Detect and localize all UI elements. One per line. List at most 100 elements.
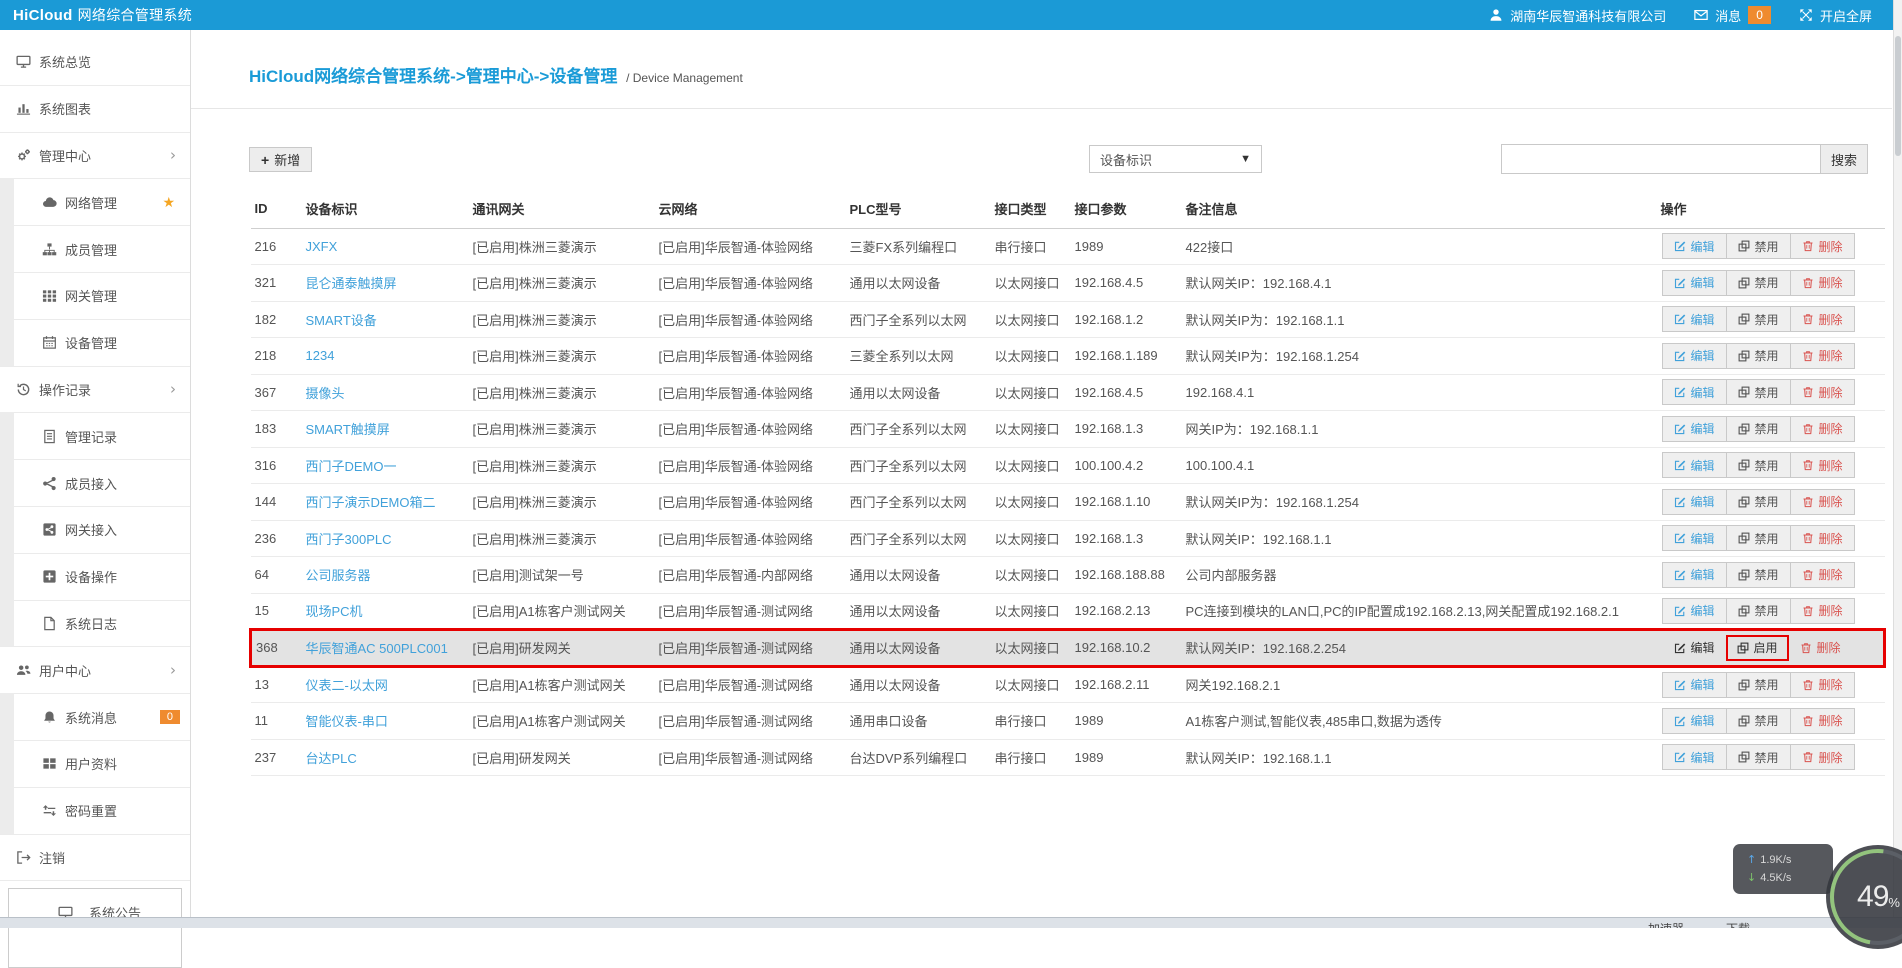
sidebar-item-management-center[interactable]: 管理中心› xyxy=(0,133,190,180)
device-name-link[interactable]: 公司服务器 xyxy=(306,568,371,583)
sidebar-item-device-mgmt[interactable]: 设备管理 xyxy=(0,320,190,367)
disable-button[interactable]: 禁用 xyxy=(1726,379,1791,405)
browser-download-button[interactable]: 下载 xyxy=(1726,920,1750,928)
edit-button[interactable]: 编辑 xyxy=(1662,744,1727,770)
filter-field-select[interactable]: 设备标识 ▼ xyxy=(1089,145,1262,173)
edit-button[interactable]: 编辑 xyxy=(1662,708,1727,734)
add-device-button[interactable]: +新增 xyxy=(249,147,312,172)
edit-button[interactable]: 编辑 xyxy=(1662,635,1727,661)
delete-button[interactable]: 删除 xyxy=(1790,672,1855,698)
edit-button[interactable]: 编辑 xyxy=(1662,379,1727,405)
sidebar-item-mgmt-records[interactable]: 管理记录 xyxy=(0,413,190,460)
sidebar-item-system-charts[interactable]: 系统图表 xyxy=(0,86,190,133)
delete-button[interactable]: 删除 xyxy=(1790,744,1855,770)
disable-button[interactable]: 禁用 xyxy=(1726,416,1791,442)
disable-button[interactable]: 禁用 xyxy=(1726,233,1791,259)
disable-button[interactable]: 禁用 xyxy=(1726,744,1791,770)
edit-button[interactable]: 编辑 xyxy=(1662,525,1727,551)
sidebar-item-gateway-mgmt[interactable]: 网关管理 xyxy=(0,273,190,320)
edit-button[interactable]: 编辑 xyxy=(1662,452,1727,478)
sidebar-item-system-logs[interactable]: 系统日志 xyxy=(0,601,190,648)
account-menu[interactable]: 湖南华辰智通科技有限公司 xyxy=(1489,6,1666,25)
network-speed-widget[interactable]: 1.9K/s 4.5K/s xyxy=(1733,844,1833,894)
edit-button[interactable]: 编辑 xyxy=(1662,562,1727,588)
search-input[interactable] xyxy=(1501,144,1821,174)
vertical-scrollbar[interactable] xyxy=(1893,0,1902,917)
search-button[interactable]: 搜索 xyxy=(1821,144,1868,174)
fullscreen-button[interactable]: 开启全屏 xyxy=(1799,6,1872,25)
sidebar-item-logout[interactable]: 注销 xyxy=(0,835,190,882)
sidebar-item-operation-records[interactable]: 操作记录› xyxy=(0,367,190,414)
sidebar-item-device-operation[interactable]: 设备操作 xyxy=(0,554,190,601)
scrollbar-thumb[interactable] xyxy=(1895,36,1901,156)
delete-button[interactable]: 删除 xyxy=(1790,489,1855,515)
delete-button[interactable]: 删除 xyxy=(1790,708,1855,734)
disable-button[interactable]: 禁用 xyxy=(1726,489,1791,515)
table-row: 316西门子DEMO一[已启用]株洲三菱演示[已启用]华辰智通-体验网络西门子全… xyxy=(251,447,1885,484)
messages-menu[interactable]: 消息 0 xyxy=(1694,6,1771,25)
delete-button[interactable]: 删除 xyxy=(1790,562,1855,588)
disable-button[interactable]: 禁用 xyxy=(1726,306,1791,332)
disable-button[interactable]: 禁用 xyxy=(1726,672,1791,698)
cell-gateway: [已启用]株洲三菱演示 xyxy=(469,265,655,302)
device-name-link[interactable]: SMART触摸屏 xyxy=(306,422,390,437)
delete-button[interactable]: 删除 xyxy=(1790,270,1855,296)
device-name-link[interactable]: 台达PLC xyxy=(306,751,357,766)
device-name-link[interactable]: 仪表二-以太网 xyxy=(306,678,388,693)
edit-button[interactable]: 编辑 xyxy=(1662,598,1727,624)
device-name-link[interactable]: 摄像头 xyxy=(306,386,345,401)
cell-name: 现场PC机 xyxy=(302,593,469,630)
browser-accelerator-button[interactable]: 加速器 xyxy=(1648,920,1684,928)
edit-button[interactable]: 编辑 xyxy=(1662,343,1727,369)
edit-button[interactable]: 编辑 xyxy=(1662,672,1727,698)
delete-button[interactable]: 删除 xyxy=(1790,306,1855,332)
edit-button[interactable]: 编辑 xyxy=(1662,233,1727,259)
system-notice-box[interactable]: 系统公告 xyxy=(8,888,182,968)
edit-button[interactable]: 编辑 xyxy=(1662,489,1727,515)
sidebar-item-user-profile[interactable]: 用户资料 xyxy=(0,741,190,788)
edit-button[interactable]: 编辑 xyxy=(1662,306,1727,332)
disable-button[interactable]: 禁用 xyxy=(1726,343,1791,369)
device-name-link[interactable]: JXFX xyxy=(306,239,338,254)
delete-button[interactable]: 删除 xyxy=(1790,416,1855,442)
delete-button[interactable]: 删除 xyxy=(1788,635,1853,661)
device-name-link[interactable]: 1234 xyxy=(306,348,335,363)
delete-button[interactable]: 删除 xyxy=(1790,525,1855,551)
device-name-link[interactable]: 昆仑通泰触摸屏 xyxy=(306,276,397,291)
enable-button[interactable]: 启用 xyxy=(1726,635,1789,661)
memory-usage-widget[interactable]: 49% xyxy=(1826,845,1902,949)
sidebar-item-network-mgmt[interactable]: 网络管理★ xyxy=(0,179,190,226)
sidebar-item-user-center[interactable]: 用户中心› xyxy=(0,647,190,694)
cell-iface_param: 192.168.1.189 xyxy=(1071,338,1182,375)
disable-button[interactable]: 禁用 xyxy=(1726,525,1791,551)
sidebar-item-member-mgmt[interactable]: 成员管理 xyxy=(0,226,190,273)
delete-button[interactable]: 删除 xyxy=(1790,379,1855,405)
disable-button[interactable]: 禁用 xyxy=(1726,270,1791,296)
edit-button[interactable]: 编辑 xyxy=(1662,416,1727,442)
sidebar-item-password-reset[interactable]: 密码重置 xyxy=(0,788,190,835)
device-name-link[interactable]: 华辰智通AC 500PLC001 xyxy=(306,641,448,656)
device-name-link[interactable]: 现场PC机 xyxy=(306,604,363,619)
disable-button[interactable]: 禁用 xyxy=(1726,708,1791,734)
disable-button[interactable]: 禁用 xyxy=(1726,598,1791,624)
disable-button[interactable]: 禁用 xyxy=(1726,562,1791,588)
device-name-link[interactable]: 智能仪表-串口 xyxy=(306,714,388,729)
cell-iface_param: 192.168.1.3 xyxy=(1071,520,1182,557)
delete-button[interactable]: 删除 xyxy=(1790,343,1855,369)
disable-button[interactable]: 禁用 xyxy=(1726,452,1791,478)
cell-remark: 100.100.4.1 xyxy=(1182,447,1657,484)
device-name-link[interactable]: SMART设备 xyxy=(306,313,377,328)
delete-button[interactable]: 删除 xyxy=(1790,452,1855,478)
device-name-link[interactable]: 西门子300PLC xyxy=(306,532,392,547)
delete-button[interactable]: 删除 xyxy=(1790,598,1855,624)
edit-button[interactable]: 编辑 xyxy=(1662,270,1727,296)
sidebar-item-gateway-access[interactable]: 网关接入 xyxy=(0,507,190,554)
cell-actions: 编辑禁用删除 xyxy=(1657,411,1885,448)
pencil-square-icon xyxy=(1674,751,1686,763)
device-name-link[interactable]: 西门子DEMO一 xyxy=(306,459,397,474)
device-name-link[interactable]: 西门子演示DEMO箱二 xyxy=(306,495,436,510)
sidebar-item-system-overview[interactable]: 系统总览 xyxy=(0,39,190,86)
delete-button[interactable]: 删除 xyxy=(1790,233,1855,259)
sidebar-item-member-access[interactable]: 成员接入 xyxy=(0,460,190,507)
sidebar-item-system-messages[interactable]: 系统消息0 xyxy=(0,694,190,741)
